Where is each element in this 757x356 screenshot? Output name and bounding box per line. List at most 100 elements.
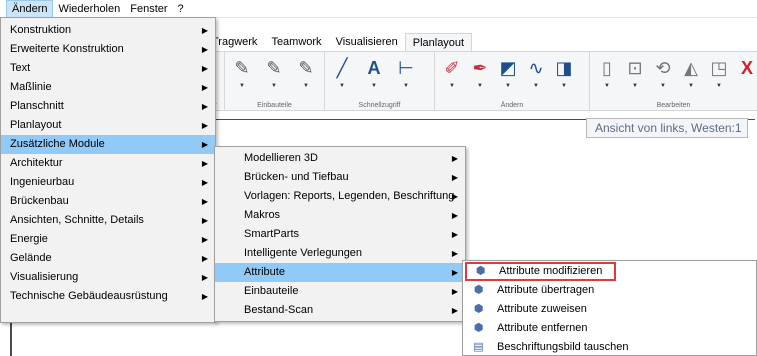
line-icon[interactable]: ╱ — [331, 57, 353, 79]
group-schnellzugriff-label: Schnellzugriff — [358, 102, 401, 109]
delete-icon[interactable]: X — [736, 57, 757, 79]
menu-item-label: Planschnitt — [10, 100, 64, 112]
menu-item-makros[interactable]: Makros ▶ — [215, 206, 465, 225]
move-icon[interactable]: ⊡ — [624, 57, 646, 79]
ribbon: lder ✎ ✎ ✎ ▼ ▼ ▼ Einbauteile ╱ A ⊢ ▼ ▼ ▼… — [205, 51, 757, 111]
menu-item-ansichten[interactable]: Ansichten, Schnitte, Details ▶ — [1, 211, 215, 230]
menu-item-planschnitt[interactable]: Planschnitt ▶ — [1, 97, 215, 116]
attribute-submenu: ⬢ Attribute modifizieren ⬢ Attribute übert… — [462, 260, 757, 356]
curve-icon[interactable]: ∿ — [525, 57, 547, 79]
menu-item-label: Einbauteile — [244, 285, 299, 297]
dropdown-arrow-icon[interactable]: ▼ — [237, 83, 247, 89]
connect-icon[interactable]: ◨ — [553, 57, 575, 79]
dropdown-arrow-icon[interactable]: ▼ — [686, 83, 696, 89]
submenu-arrow-icon: ▶ — [201, 121, 208, 130]
menu-item-verlegungen[interactable]: Intelligente Verlegungen ▶ — [215, 244, 465, 263]
menu-item-konstruktion[interactable]: Konstruktion ▶ — [1, 21, 215, 40]
attribute-remove-icon: ⬢ — [473, 322, 484, 334]
menu-item-label: Energie — [10, 233, 48, 245]
menu-item-label: Makros — [244, 209, 281, 221]
menu-item-label: Maßlinie — [10, 81, 52, 93]
dropdown-arrow-icon[interactable]: ▼ — [602, 83, 612, 89]
attribute-assign-icon: ⬢ — [473, 303, 484, 315]
menu-item-tga[interactable]: Technische Gebäudeausrüstung ▶ — [1, 287, 215, 306]
dropdown-arrow-icon[interactable]: ▼ — [630, 83, 640, 89]
menu-item-label: Attribute übertragen — [497, 284, 595, 296]
menu-item-brueckenbau[interactable]: Brückenbau ▶ — [1, 192, 215, 211]
submenu-arrow-icon: ▶ — [201, 83, 208, 92]
menu-item-architektur[interactable]: Architektur ▶ — [1, 154, 215, 173]
mirror-icon[interactable]: ◭ — [680, 57, 702, 79]
dropdown-arrow-icon[interactable]: ▼ — [401, 83, 411, 89]
dropdown-arrow-icon[interactable]: ▼ — [559, 83, 569, 89]
dropdown-arrow-icon[interactable]: ▼ — [337, 83, 347, 89]
menu-item-attribute[interactable]: Attribute ▶ — [215, 263, 465, 282]
dropdown-arrow-icon[interactable]: ▼ — [714, 83, 724, 89]
menu-item-erweiterte-konstruktion[interactable]: Erweiterte Konstruktion ▶ — [1, 40, 215, 59]
menu-item-text[interactable]: Text ▶ — [1, 59, 215, 78]
submenu-arrow-icon: ▶ — [451, 192, 458, 201]
menu-item-attribute-zuweisen[interactable]: ⬢ Attribute zuweisen — [463, 300, 756, 319]
menu-item-attribute-uebertragen[interactable]: ⬢ Attribute übertragen — [463, 281, 756, 300]
menu-help[interactable]: ? — [173, 0, 189, 18]
dropdown-arrow-icon[interactable]: ▼ — [269, 83, 279, 89]
menu-item-attribute-modifizieren[interactable]: ⬢ Attribute modifizieren — [465, 262, 616, 281]
menu-item-label: Attribute entfernen — [497, 322, 588, 334]
brush-icon[interactable]: ✐ — [441, 57, 463, 79]
aendern-menu: Konstruktion ▶ Erweiterte Konstruktion ▶ T… — [0, 17, 216, 323]
dropdown-arrow-icon[interactable]: ▼ — [531, 83, 541, 89]
menu-item-modellieren-3d[interactable]: Modellieren 3D ▶ — [215, 149, 465, 168]
view-label: Ansicht von links, Westen:1 — [586, 118, 748, 138]
menu-item-planlayout[interactable]: Planlayout ▶ — [1, 116, 215, 135]
menu-item-attribute-entfernen[interactable]: ⬢ Attribute entfernen — [463, 319, 756, 338]
menu-item-label: Brückenbau — [10, 195, 69, 207]
label-image-icon: ▤ — [473, 341, 484, 353]
pipette-icon[interactable]: ✒ — [469, 57, 491, 79]
group-aendern-label: Ändern — [500, 102, 524, 109]
parts-abc-icon[interactable]: ✎ — [263, 57, 285, 79]
submenu-arrow-icon: ▶ — [451, 154, 458, 163]
menu-fenster[interactable]: Fenster — [125, 0, 172, 18]
tab-visualisieren[interactable]: Visualisieren — [329, 33, 405, 51]
dropdown-arrow-icon[interactable]: ▼ — [658, 83, 668, 89]
menu-item-ingenieurbau[interactable]: Ingenieurbau ▶ — [1, 173, 215, 192]
dimension-icon[interactable]: ⊢ — [395, 57, 417, 79]
menu-item-bruecken-tiefbau[interactable]: Brücken- und Tiefbau ▶ — [215, 168, 465, 187]
parts-edit-icon[interactable]: ✎ — [295, 57, 317, 79]
menu-item-zusaetzliche-module[interactable]: Zusätzliche Module ▶ — [1, 135, 215, 154]
group-bearbeiten: ▯ ⊡ ⟲ ◭ ◳ X ▼ ▼ ▼ ▼ ▼ Bearbeiten — [590, 52, 757, 110]
submenu-arrow-icon: ▶ — [451, 268, 458, 277]
menu-item-beschriftungsbild[interactable]: ▤ Beschriftungsbild tauschen — [463, 338, 756, 356]
menu-item-label: Ansichten, Schnitte, Details — [10, 214, 144, 226]
dropdown-arrow-icon[interactable]: ▼ — [447, 83, 457, 89]
dropdown-arrow-icon[interactable]: ▼ — [475, 83, 485, 89]
submenu-arrow-icon: ▶ — [201, 45, 208, 54]
menu-item-masslinie[interactable]: Maßlinie ▶ — [1, 78, 215, 97]
rotate-icon[interactable]: ⟲ — [652, 57, 674, 79]
menu-item-bestand-scan[interactable]: Bestand-Scan ▶ — [215, 301, 465, 320]
menu-aendern[interactable]: Ändern — [6, 0, 54, 18]
submenu-arrow-icon: ▶ — [201, 273, 208, 282]
menu-item-smartparts[interactable]: SmartParts ▶ — [215, 225, 465, 244]
copy-icon[interactable]: ▯ — [596, 57, 618, 79]
tab-planlayout[interactable]: Planlayout — [404, 33, 473, 51]
group-aendern: ✐ ✒ ◩ ∿ ◨ ▼ ▼ ▼ ▼ ▼ Ändern — [435, 52, 590, 110]
menu-item-energie[interactable]: Energie ▶ — [1, 230, 215, 249]
menu-item-label: Attribute modifizieren — [499, 265, 603, 277]
dropdown-arrow-icon[interactable]: ▼ — [301, 83, 311, 89]
modules-submenu: Modellieren 3D ▶ Brücken- und Tiefbau ▶ Vo… — [214, 146, 466, 322]
menu-item-gelaende[interactable]: Gelände ▶ — [1, 249, 215, 268]
menu-item-visualisierung[interactable]: Visualisierung ▶ — [1, 268, 215, 287]
attribute-transfer-icon: ⬢ — [473, 284, 484, 296]
menu-item-vorlagen[interactable]: Vorlagen: Reports, Legenden, Beschriftun… — [215, 187, 465, 206]
menu-item-einbauteile[interactable]: Einbauteile ▶ — [215, 282, 465, 301]
menu-wiederholen[interactable]: Wiederholen — [53, 0, 125, 18]
tab-teamwork[interactable]: Teamwork — [264, 33, 328, 51]
text-icon[interactable]: A — [363, 57, 385, 79]
menu-item-label: Intelligente Verlegungen — [244, 247, 363, 259]
modify-icon[interactable]: ◩ — [497, 57, 519, 79]
dropdown-arrow-icon[interactable]: ▼ — [503, 83, 513, 89]
dropdown-arrow-icon[interactable]: ▼ — [369, 83, 379, 89]
parts-pen-icon[interactable]: ✎ — [231, 57, 253, 79]
scale-icon[interactable]: ◳ — [708, 57, 730, 79]
